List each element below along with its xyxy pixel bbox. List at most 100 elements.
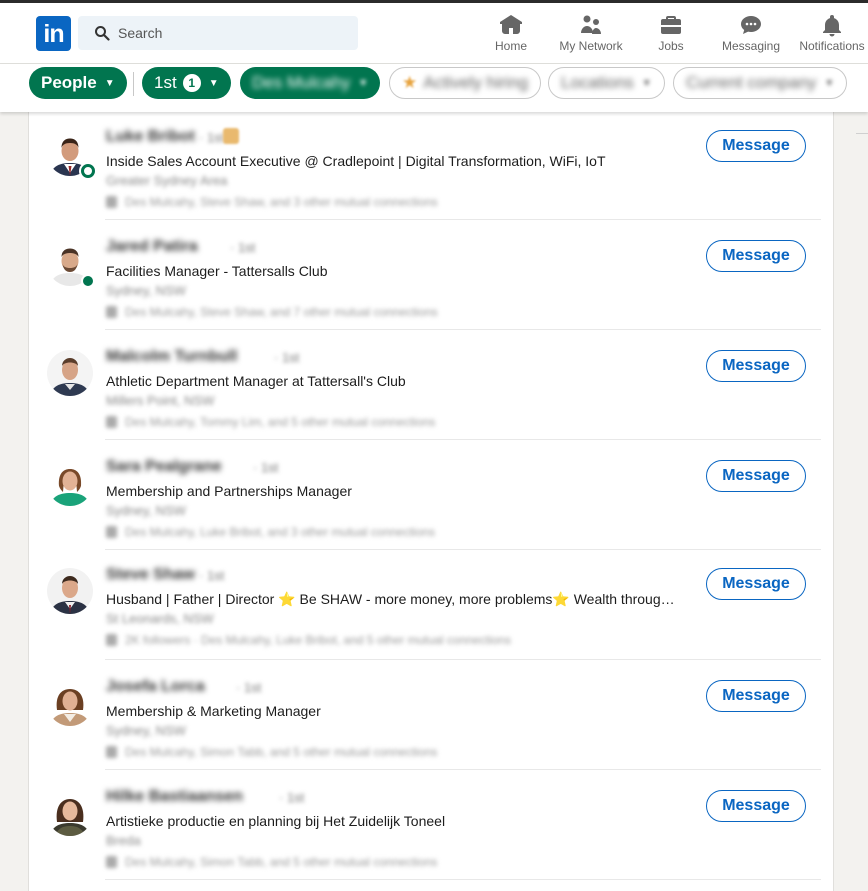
search-input[interactable] (118, 25, 338, 41)
chevron-down-icon: ▼ (104, 77, 115, 89)
avatar[interactable] (47, 680, 93, 726)
mutual-connections-text: Des Mulcahy, Steve Shaw, and 7 other mut… (125, 305, 438, 319)
message-button[interactable]: Message (706, 790, 806, 822)
avatar[interactable] (47, 350, 93, 396)
connection-degree: · 1st (199, 130, 225, 145)
result-headline: Facilities Manager - Tattersalls Club (106, 263, 328, 279)
mutual-connections[interactable]: Des Mulcahy, Simon Tabb, and 5 other mut… (106, 745, 437, 759)
briefcase-icon (661, 16, 681, 34)
result-name[interactable]: Sara Pealgrane (106, 458, 222, 476)
result-headline: Inside Sales Account Executive @ Cradlep… (106, 153, 606, 169)
result-row: Josefa Lorca · 1st Membership & Marketin… (29, 660, 835, 770)
nav-messaging-label: Messaging (721, 39, 781, 53)
connection-degree-filter-button[interactable]: 1st 1 ▼ (142, 67, 231, 99)
result-location: Sydney, NSW (106, 283, 186, 298)
result-headline: Membership & Marketing Manager (106, 703, 321, 719)
result-location: Breda (106, 833, 141, 848)
result-name[interactable]: Luke Bribot (106, 128, 195, 146)
result-location: Sydney, NSW (106, 503, 186, 518)
message-button[interactable]: Message (706, 240, 806, 272)
degree-filter-count-badge: 1 (182, 74, 201, 92)
mutual-connections-icon (106, 856, 117, 868)
result-location: Greater Sydney Area (106, 173, 228, 188)
result-name[interactable]: Jared Patira (106, 238, 198, 256)
avatar[interactable] (47, 460, 93, 506)
locations-filter-label: Locations (561, 73, 634, 92)
result-headline: Athletic Department Manager at Tattersal… (106, 373, 406, 389)
mutual-connections[interactable]: 2K followers · Des Mulcahy, Luke Bribot,… (106, 633, 511, 647)
mutual-connections-text: Des Mulcahy, Tommy Lim, and 5 other mutu… (125, 415, 436, 429)
mutual-connections-icon (106, 416, 117, 428)
result-location: Millers Point, NSW (106, 393, 215, 408)
result-row: Malcolm Turnbull · 1st Athletic Departme… (29, 330, 835, 440)
message-button[interactable]: Message (706, 680, 806, 712)
people-filter-button[interactable]: People ▼ (29, 67, 127, 99)
nav-notifications[interactable]: Notifications (792, 13, 868, 57)
online-status-icon (81, 274, 95, 288)
current-company-filter-button[interactable]: Current company ▼ (673, 67, 848, 99)
right-rail-edge (856, 133, 868, 134)
nav-messaging[interactable]: Messaging (716, 13, 786, 57)
mutual-connections-text: Des Mulcahy, Simon Tabb, and 5 other mut… (125, 745, 438, 759)
message-button[interactable]: Message (706, 130, 806, 162)
mutual-connections[interactable]: Des Mulcahy, Tommy Lim, and 5 other mutu… (106, 415, 435, 429)
nav-my-network[interactable]: My Network (552, 13, 630, 57)
connections-of-filter-button[interactable]: Des Mulcahy ▼ (240, 67, 381, 99)
chevron-down-icon: ▼ (358, 77, 369, 89)
mutual-connections[interactable]: Des Mulcahy, Steve Shaw, and 7 other mut… (106, 305, 438, 319)
chevron-down-icon: ▼ (208, 77, 219, 89)
mutual-connections[interactable]: Des Mulcahy, Luke Bribot, and 3 other mu… (106, 525, 435, 539)
linkedin-logo[interactable]: in (36, 16, 71, 51)
nav-home-label: Home (494, 39, 527, 53)
home-icon (500, 15, 522, 34)
result-name[interactable]: Josefa Lorca (106, 678, 205, 696)
filter-divider (133, 72, 134, 96)
connection-degree: · 1st (230, 240, 256, 255)
nav-notifications-label: Notifications (799, 39, 865, 53)
mutual-connections-text: Des Mulcahy, Luke Bribot, and 3 other mu… (125, 525, 435, 539)
connection-degree: · 1st (274, 350, 300, 365)
result-name[interactable]: Steve Shaw (106, 566, 195, 584)
result-name[interactable]: Malcolm Turnbull (106, 348, 237, 366)
connection-degree: · 1st (199, 568, 225, 583)
result-headline: Artistieke productie en planning bij Het… (106, 813, 446, 829)
star-icon: ★ (402, 73, 418, 92)
search-icon (95, 26, 110, 41)
result-headline: Husband | Father | Director ⭐ Be SHAW - … (106, 591, 682, 607)
avatar[interactable] (47, 790, 93, 836)
connections-of-filter-label: Des Mulcahy (252, 73, 351, 92)
nav-jobs-label: Jobs (658, 39, 684, 53)
result-row: Hilke Bastiaansen · 1st Artistieke produ… (29, 770, 835, 880)
connection-degree: · 1st (236, 680, 262, 695)
mutual-connections[interactable]: Des Mulcahy, Steve Shaw, and 3 other mut… (106, 195, 438, 209)
chevron-down-icon: ▼ (641, 77, 652, 89)
nav-jobs[interactable]: Jobs (651, 13, 691, 57)
search-results-list: Luke Bribot · 1st Inside Sales Account E… (28, 110, 834, 891)
avatar[interactable] (47, 568, 93, 614)
badge-icon (223, 128, 239, 144)
search-filters-bar: People ▼ 1st 1 ▼ Des Mulcahy ▼ ★ Activel… (0, 64, 868, 112)
mutual-connections[interactable]: Des Mulcahy, Simon Tabb, and 5 other mut… (106, 855, 437, 869)
message-button[interactable]: Message (706, 460, 806, 492)
mutual-connections-icon (106, 634, 117, 646)
result-name[interactable]: Hilke Bastiaansen (106, 788, 243, 806)
actively-hiring-filter-button[interactable]: ★ Actively hiring (389, 67, 542, 99)
mutual-connections-icon (106, 746, 117, 758)
global-nav: in Home My Network Jobs Messaging Notifi… (0, 3, 868, 64)
bell-icon (823, 15, 841, 37)
network-icon (581, 15, 601, 34)
mutual-connections-icon (106, 526, 117, 538)
result-row: Luke Bribot · 1st Inside Sales Account E… (29, 110, 835, 220)
nav-home[interactable]: Home (489, 13, 533, 57)
locations-filter-button[interactable]: Locations ▼ (548, 67, 665, 99)
search-box[interactable] (78, 16, 358, 50)
message-button[interactable]: Message (706, 568, 806, 600)
nav-my-network-label: My Network (559, 39, 623, 53)
messaging-icon (741, 16, 761, 34)
mutual-connections-icon (106, 306, 117, 318)
message-button[interactable]: Message (706, 350, 806, 382)
result-headline: Membership and Partnerships Manager (106, 483, 352, 499)
online-status-icon (81, 164, 95, 178)
mutual-connections-icon (106, 196, 117, 208)
mutual-connections-text: Des Mulcahy, Steve Shaw, and 3 other mut… (125, 195, 438, 209)
